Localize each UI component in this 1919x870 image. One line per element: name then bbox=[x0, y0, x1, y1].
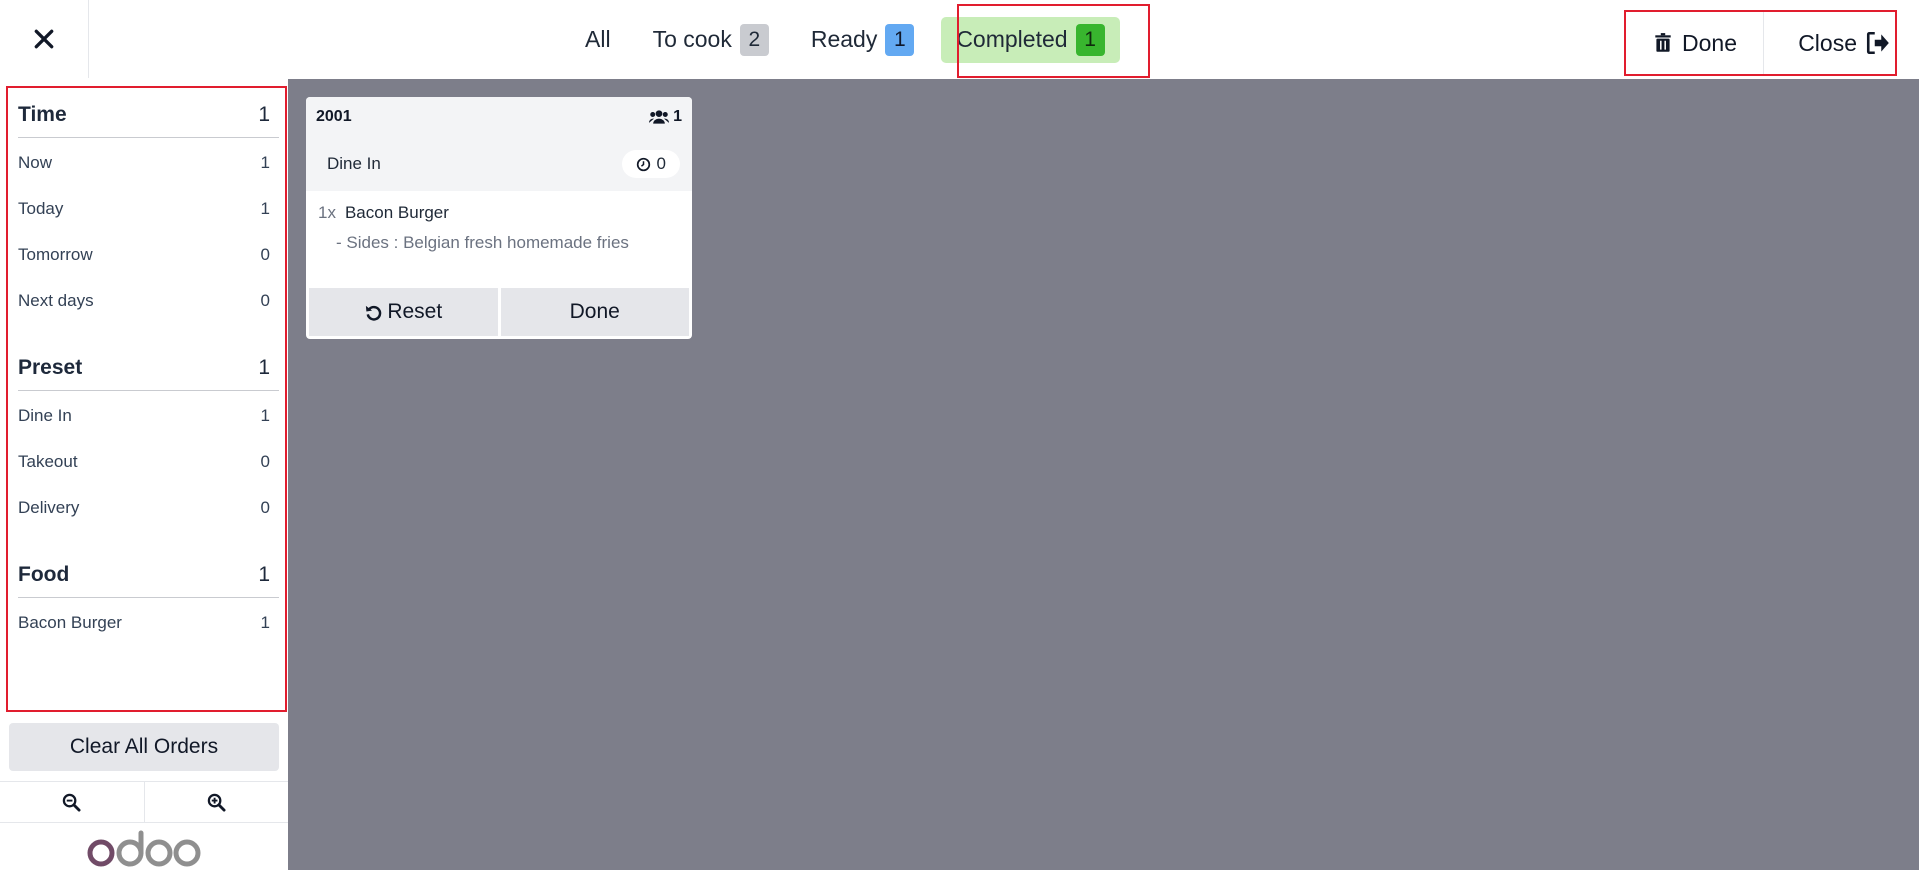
order-line-note: - Sides : Belgian fresh homemade fries bbox=[336, 233, 629, 252]
clock-icon bbox=[636, 157, 650, 171]
order-preset: Dine In bbox=[327, 154, 381, 173]
filter-item-count: 0 bbox=[260, 245, 270, 264]
filter-group-title: Preset bbox=[18, 356, 83, 379]
filter-item-delivery[interactable]: Delivery 0 bbox=[18, 485, 279, 531]
filter-sidebar: Time 1 Now 1 Today 1 Tomorrow 0 Next day… bbox=[0, 79, 288, 870]
filter-group-title: Time bbox=[18, 103, 67, 126]
filter-group-preset: Preset 1 Dine In 1 Takeout 0 Delivery 0 bbox=[18, 346, 279, 531]
order-line-qty: 1x bbox=[318, 203, 336, 222]
filter-group-time: Time 1 Now 1 Today 1 Tomorrow 0 Next day… bbox=[18, 93, 279, 324]
odoo-logo bbox=[87, 830, 201, 867]
filter-item-label: Tomorrow bbox=[18, 245, 93, 264]
order-number: 2001 bbox=[316, 108, 352, 125]
filter-item-count: 0 bbox=[260, 498, 270, 517]
filter-item-dine-in[interactable]: Dine In 1 bbox=[18, 393, 279, 439]
order-preset-row: Dine In 0 bbox=[306, 137, 692, 191]
clear-all-orders-label: Clear All Orders bbox=[69, 735, 219, 758]
zoom-out-icon bbox=[63, 793, 81, 812]
users-icon bbox=[649, 110, 670, 124]
tab-all-label: All bbox=[585, 26, 611, 52]
filter-item-next-days[interactable]: Next days 0 bbox=[18, 278, 279, 324]
filter-item-today[interactable]: Today 1 bbox=[18, 186, 279, 232]
ready-count-badge: 1 bbox=[885, 23, 915, 56]
tab-ready-label: Ready bbox=[810, 26, 878, 52]
filter-item-takeout[interactable]: Takeout 0 bbox=[18, 439, 279, 485]
filter-item-count: 1 bbox=[260, 199, 270, 218]
filter-group-header: Food 1 bbox=[18, 553, 279, 598]
zoom-out-button[interactable] bbox=[0, 782, 144, 822]
filter-item-bacon-burger[interactable]: Bacon Burger 1 bbox=[18, 600, 279, 646]
filter-item-label: Next days bbox=[18, 291, 94, 310]
filter-group-title: Food bbox=[18, 563, 70, 586]
guest-count: 1 bbox=[649, 108, 682, 126]
guest-count-value: 1 bbox=[673, 108, 682, 125]
filter-group-count: 1 bbox=[258, 563, 270, 586]
filter-item-count: 1 bbox=[260, 613, 270, 632]
filter-group-header: Time 1 bbox=[18, 93, 279, 138]
filter-item-count: 1 bbox=[260, 153, 270, 172]
order-done-button[interactable]: Done bbox=[500, 288, 689, 336]
tab-to-cook[interactable]: To cook 2 bbox=[638, 17, 784, 63]
highlight-frame-completed bbox=[957, 4, 1150, 78]
order-line[interactable]: 1x Bacon Burger bbox=[318, 203, 680, 223]
tab-to-cook-label: To cook bbox=[652, 26, 732, 52]
order-timer-value: 0 bbox=[656, 154, 666, 173]
undo-icon bbox=[366, 305, 382, 321]
filter-item-label: Today bbox=[18, 199, 64, 218]
order-done-button-label: Done bbox=[569, 300, 620, 323]
tab-all[interactable]: All bbox=[570, 17, 626, 63]
filter-item-now[interactable]: Now 1 bbox=[18, 140, 279, 186]
filter-item-count: 0 bbox=[260, 452, 270, 471]
zoom-in-button[interactable] bbox=[143, 782, 289, 822]
clear-all-orders-button[interactable]: Clear All Orders bbox=[9, 723, 279, 771]
close-icon[interactable] bbox=[0, 0, 89, 78]
filter-group-header: Preset 1 bbox=[18, 346, 279, 391]
tab-ready[interactable]: Ready 1 bbox=[796, 17, 929, 63]
to-cook-count-badge: 2 bbox=[739, 23, 769, 56]
reset-button[interactable]: Reset bbox=[309, 288, 498, 336]
zoom-controls bbox=[0, 781, 288, 823]
filter-groups: Time 1 Now 1 Today 1 Tomorrow 0 Next day… bbox=[18, 93, 279, 668]
filter-item-count: 0 bbox=[260, 291, 270, 310]
filter-item-label: Now bbox=[18, 153, 53, 172]
filter-item-label: Bacon Burger bbox=[18, 613, 122, 632]
filter-item-count: 1 bbox=[260, 406, 270, 425]
orders-board: 2001 1 Dine In 0 1x Bacon Burger - Sides… bbox=[288, 79, 1919, 870]
reset-button-label: Reset bbox=[387, 300, 443, 323]
order-card[interactable]: 2001 1 Dine In 0 1x Bacon Burger - Sides… bbox=[306, 97, 692, 339]
filter-group-count: 1 bbox=[258, 356, 270, 379]
order-timer: 0 bbox=[621, 150, 680, 178]
filter-group-food: Food 1 Bacon Burger 1 bbox=[18, 553, 279, 646]
filter-item-label: Dine In bbox=[18, 406, 72, 425]
zoom-in-icon bbox=[207, 793, 226, 812]
filter-item-tomorrow[interactable]: Tomorrow 0 bbox=[18, 232, 279, 278]
filter-item-label: Takeout bbox=[18, 452, 78, 471]
order-line-product: Bacon Burger bbox=[344, 203, 449, 222]
order-lines: 1x Bacon Burger - Sides : Belgian fresh … bbox=[306, 191, 692, 253]
filter-group-count: 1 bbox=[258, 103, 270, 126]
highlight-frame-actions bbox=[1624, 10, 1897, 76]
order-card-actions: Reset Done bbox=[309, 288, 689, 336]
filter-item-label: Delivery bbox=[18, 498, 80, 517]
order-card-header: 2001 1 bbox=[306, 97, 692, 137]
